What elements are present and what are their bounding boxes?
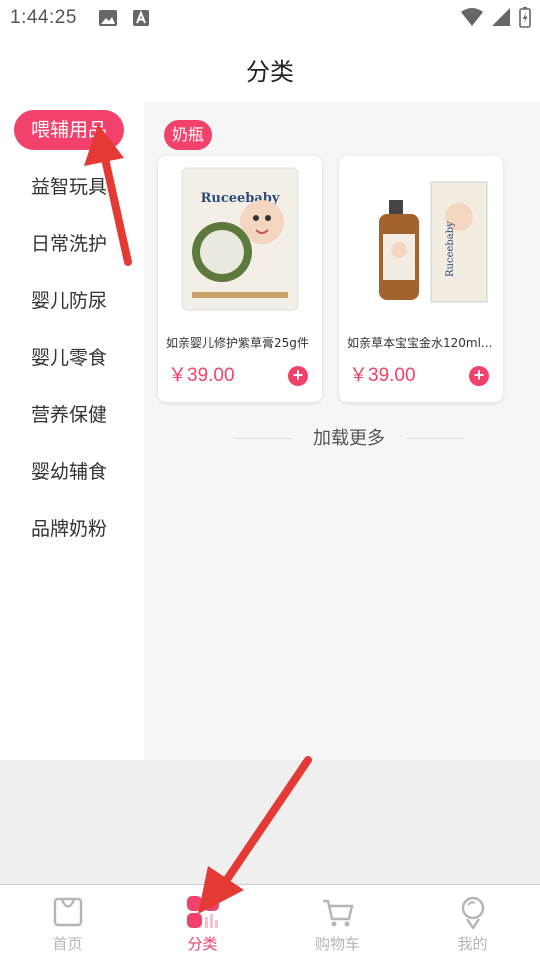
battery-icon — [519, 7, 531, 28]
divider — [234, 438, 292, 439]
sidebar-item-feeding[interactable]: 喂辅用品 — [14, 110, 124, 150]
empty-area — [0, 760, 540, 884]
image-icon — [99, 10, 117, 26]
tab-category[interactable]: 分类 — [135, 885, 270, 961]
sidebar-item-nutrition[interactable]: 营养保健 — [14, 395, 124, 435]
page-title: 分类 — [246, 58, 294, 86]
sidebar-item-baby-food[interactable]: 婴幼辅食 — [14, 452, 124, 492]
product-name: 如亲婴儿修护紫草膏25g件 — [166, 336, 309, 350]
tab-home[interactable]: 首页 — [0, 885, 135, 961]
add-to-cart-button[interactable]: + — [288, 366, 308, 386]
load-more-text: 加载更多 — [313, 428, 385, 449]
bottom-tab-bar: 首页 分类 购物车 我的 — [0, 884, 540, 960]
product-name: 如亲草本宝宝金水120ml... — [347, 336, 493, 350]
profile-icon — [461, 896, 484, 929]
status-right — [460, 6, 532, 28]
product-card[interactable]: Ruceebaby 如亲婴儿修护紫草膏25g件 ￥39.00 + — [158, 156, 322, 402]
sidebar-item-snacks[interactable]: 婴儿零食 — [14, 338, 124, 378]
category-sidebar: 喂辅用品 益智玩具 日常洗护 婴儿防尿 婴儿零食 营养保健 婴幼辅食 品牌奶粉 — [0, 102, 144, 760]
signal-icon — [492, 8, 510, 26]
cart-icon — [322, 899, 354, 927]
tab-label: 购物车 — [314, 935, 360, 953]
status-bar: 1:44:25 — [0, 0, 540, 36]
divider — [406, 438, 464, 439]
product-card[interactable]: Ruceebaby 如亲草本宝宝金水120ml... ￥39.00 + — [339, 156, 503, 402]
tab-cart[interactable]: 购物车 — [270, 885, 405, 961]
product-price: ￥39.00 — [168, 365, 235, 386]
product-price: ￥39.00 — [349, 365, 416, 386]
tab-label: 我的 — [457, 935, 488, 953]
add-to-cart-button[interactable]: + — [469, 366, 489, 386]
sidebar-item-diapers[interactable]: 婴儿防尿 — [14, 281, 124, 321]
category-grid-icon — [186, 896, 219, 928]
sidebar-item-washing[interactable]: 日常洗护 — [14, 224, 124, 264]
bag-icon — [53, 897, 82, 927]
tab-profile[interactable]: 我的 — [405, 885, 540, 961]
sidebar-item-toys[interactable]: 益智玩具 — [14, 167, 124, 207]
title-bar: 分类 — [0, 36, 540, 102]
tab-label: 分类 — [187, 935, 218, 953]
wifi-icon — [461, 8, 483, 26]
section-tag[interactable]: 奶瓶 — [164, 120, 213, 150]
sidebar-item-formula[interactable]: 品牌奶粉 — [14, 509, 124, 549]
font-icon — [133, 10, 149, 26]
product-content: 奶瓶 Ruceebaby 如亲婴儿修护紫草膏25g件 ￥39.00 + Ruce… — [144, 102, 540, 760]
load-more[interactable]: 加载更多 — [234, 424, 464, 450]
product-image[interactable]: Ruceebaby — [172, 162, 308, 312]
tab-label: 首页 — [52, 935, 83, 953]
product-image[interactable]: Ruceebaby — [353, 162, 489, 312]
status-time: 1:44:25 — [10, 7, 77, 28]
product-brand: Ruceebaby — [445, 221, 456, 277]
